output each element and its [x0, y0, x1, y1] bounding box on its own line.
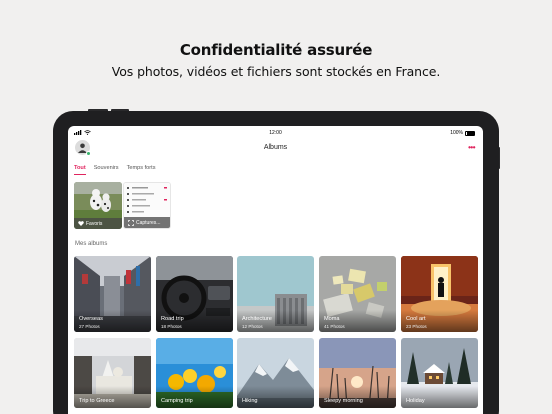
- favorites-album[interactable]: Favoris: [74, 182, 122, 229]
- album-card[interactable]: Overseas 27 Photos: [74, 256, 151, 332]
- tab-tout[interactable]: Tout: [74, 165, 86, 175]
- album-name: Moma: [324, 316, 340, 322]
- marketing-subtitle: Vos photos, vidéos et fichiers sont stoc…: [111, 64, 441, 79]
- online-status-dot: [86, 151, 91, 156]
- album-name: Camping trip: [161, 398, 193, 404]
- album-count: 18 Photos: [161, 324, 182, 329]
- heart-icon: [78, 221, 84, 226]
- album-caption-overlay: [319, 386, 396, 408]
- album-count: 27 Photos: [79, 324, 100, 329]
- album-name: Trip to Greece: [79, 398, 115, 404]
- screenshots-label-bar: Captures...: [124, 217, 170, 228]
- album-card[interactable]: Holiday: [401, 338, 478, 408]
- battery-icon: [465, 130, 475, 136]
- album-card[interactable]: Architecture 12 Photos: [237, 256, 314, 332]
- app-screen: 12:00 100% Albums ••• Tout Souvenirs Tem…: [68, 126, 483, 414]
- page-title: Albums: [263, 144, 288, 151]
- screenshot-icon: [128, 219, 134, 226]
- album-name: Overseas: [79, 316, 103, 322]
- filter-tabs: Tout Souvenirs Temps forts: [74, 165, 156, 175]
- album-count: 41 Photos: [324, 324, 345, 329]
- album-card[interactable]: Hiking: [237, 338, 314, 408]
- battery-percent: 100%: [450, 130, 463, 136]
- status-time: 12:00: [269, 130, 282, 136]
- album-caption-overlay: [401, 386, 478, 408]
- battery-status: 100%: [450, 130, 475, 136]
- album-name: Road trip: [161, 316, 184, 322]
- album-card[interactable]: Road trip 18 Photos: [156, 256, 233, 332]
- album-name: Sleepy morning: [324, 398, 363, 404]
- album-name: Architecture: [242, 316, 272, 322]
- status-bar: 12:00 100%: [68, 128, 483, 138]
- album-count: 12 Photos: [242, 324, 263, 329]
- album-caption-overlay: [237, 386, 314, 408]
- favorites-label-bar: Favoris: [74, 218, 122, 229]
- favorites-label: Favoris: [86, 220, 103, 227]
- album-name: Hiking: [242, 398, 258, 404]
- album-card[interactable]: Moma 41 Photos: [319, 256, 396, 332]
- screenshots-album[interactable]: Captures...: [123, 182, 171, 229]
- album-card[interactable]: Cool art 23 Photos: [401, 256, 478, 332]
- album-caption-overlay: [74, 386, 151, 408]
- screenshots-label: Captures...: [136, 219, 161, 226]
- album-name: Cool art: [406, 316, 426, 322]
- album-caption-overlay: [156, 386, 233, 408]
- my-albums-heading: Mes albums: [75, 241, 108, 247]
- album-card[interactable]: Camping trip: [156, 338, 233, 408]
- more-dots-icon[interactable]: •••: [468, 143, 475, 152]
- album-name: Holiday: [406, 398, 425, 404]
- tab-temps-forts[interactable]: Temps forts: [127, 165, 156, 175]
- album-card[interactable]: Trip to Greece: [74, 338, 151, 408]
- album-card[interactable]: Sleepy morning: [319, 338, 396, 408]
- album-count: 23 Photos: [406, 324, 427, 329]
- marketing-title: Confidentialité assurée: [179, 41, 373, 59]
- tab-souvenirs[interactable]: Souvenirs: [94, 165, 119, 175]
